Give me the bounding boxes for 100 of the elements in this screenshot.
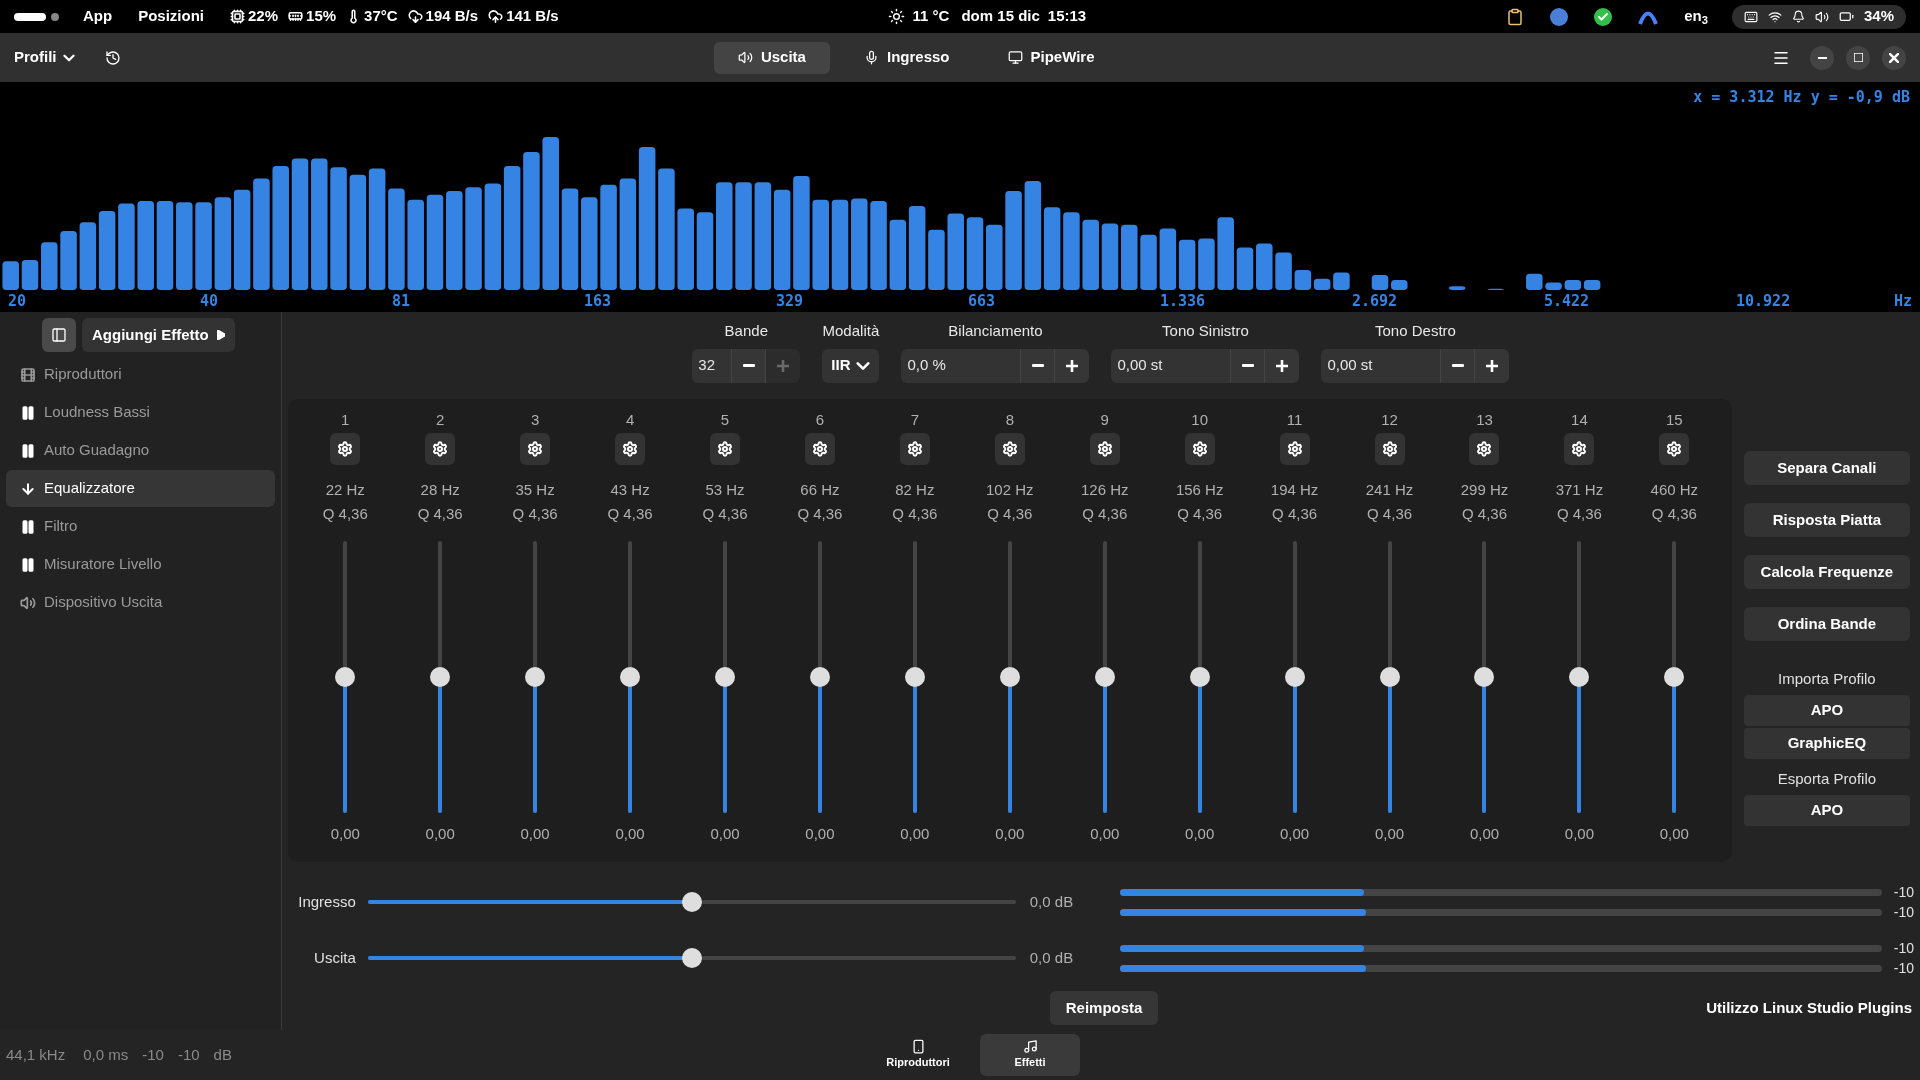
- clipboard-icon[interactable]: [1506, 7, 1525, 26]
- settings-button[interactable]: [1659, 432, 1690, 465]
- history-icon[interactable]: [104, 49, 121, 66]
- action-button[interactable]: GraphicEQ: [1743, 727, 1910, 759]
- action-button[interactable]: Risposta Piatta: [1743, 502, 1910, 537]
- workspace-indicator-icon[interactable]: [14, 12, 59, 21]
- settings-button[interactable]: [1469, 432, 1500, 465]
- battery-icon[interactable]: [1838, 9, 1854, 24]
- sidebar-item[interactable]: Auto Guadagno: [6, 432, 275, 469]
- gain-slider[interactable]: [367, 947, 1016, 969]
- settings-button[interactable]: [899, 432, 930, 465]
- action-button[interactable]: Ordina Bande: [1743, 606, 1910, 641]
- slider-thumb[interactable]: [1569, 666, 1590, 687]
- band-slider[interactable]: [1094, 540, 1115, 813]
- decrease-button[interactable]: [732, 348, 767, 383]
- band-slider[interactable]: [1569, 540, 1590, 813]
- decrease-button[interactable]: [1441, 348, 1476, 383]
- slider-thumb[interactable]: [1189, 666, 1210, 687]
- sidebar-item[interactable]: Equalizzatore: [6, 470, 275, 507]
- wifi-icon[interactable]: [1767, 9, 1782, 24]
- keyboard-layout[interactable]: en$_{3}$: [1684, 5, 1708, 28]
- settings-button[interactable]: [1184, 432, 1215, 465]
- slider-thumb[interactable]: [1094, 666, 1115, 687]
- settings-button[interactable]: [994, 432, 1025, 465]
- sidebar-item[interactable]: Dispositivo Uscita: [6, 584, 275, 621]
- minimize-button[interactable]: [1810, 45, 1834, 70]
- decrease-button[interactable]: [1231, 348, 1266, 383]
- slider-thumb[interactable]: [1284, 666, 1305, 687]
- band-slider[interactable]: [715, 540, 735, 813]
- slider-thumb[interactable]: [430, 666, 451, 687]
- spin-field[interactable]: 0,00 st: [1111, 348, 1232, 383]
- sidebar-item[interactable]: Riproduttori: [6, 356, 275, 393]
- band-slider[interactable]: [999, 540, 1020, 813]
- increase-button[interactable]: [1475, 348, 1510, 383]
- reset-button[interactable]: Reimposta: [1049, 991, 1159, 1025]
- band-slider[interactable]: [809, 540, 830, 813]
- band-slider[interactable]: [1474, 540, 1495, 813]
- check-icon[interactable]: [1594, 7, 1613, 26]
- settings-button[interactable]: [1564, 432, 1595, 465]
- bottom-tab[interactable]: Riproduttori: [868, 1034, 968, 1076]
- volume-icon[interactable]: [1814, 9, 1829, 24]
- bell-icon[interactable]: [1791, 10, 1805, 23]
- slider-thumb[interactable]: [999, 666, 1020, 687]
- settings-button[interactable]: [1374, 432, 1405, 465]
- band-slider[interactable]: [1379, 540, 1400, 813]
- add-effect-button[interactable]: Aggiungi Effetto: [82, 318, 235, 352]
- action-button[interactable]: APO: [1743, 694, 1910, 726]
- top-menu[interactable]: App: [83, 5, 113, 28]
- keyboard-icon[interactable]: [1743, 9, 1758, 24]
- slider-thumb[interactable]: [525, 666, 546, 687]
- app-tray-icon[interactable]: [1550, 7, 1569, 26]
- band-slider[interactable]: [525, 540, 546, 813]
- band-slider[interactable]: [1664, 540, 1685, 813]
- action-button[interactable]: Calcola Frequenze: [1743, 554, 1910, 589]
- slider-thumb[interactable]: [1664, 666, 1685, 687]
- band-slider[interactable]: [335, 540, 356, 813]
- settings-button[interactable]: [1089, 432, 1120, 465]
- sidebar-item[interactable]: Misuratore Livello: [6, 546, 275, 583]
- slider-thumb[interactable]: [904, 666, 925, 687]
- slider-thumb[interactable]: [715, 666, 735, 687]
- settings-button[interactable]: [1279, 432, 1310, 465]
- system-tray[interactable]: 34%: [1731, 4, 1906, 29]
- action-button[interactable]: APO: [1743, 794, 1910, 826]
- slider-thumb[interactable]: [1379, 666, 1400, 687]
- spin-field[interactable]: 0,00 st: [1321, 348, 1442, 383]
- settings-button[interactable]: [615, 432, 646, 465]
- settings-button[interactable]: [330, 432, 361, 465]
- maximize-button[interactable]: [1846, 45, 1870, 70]
- profiles-menu[interactable]: Profili: [14, 46, 75, 69]
- view-tab[interactable]: Ingresso: [839, 41, 974, 74]
- band-slider[interactable]: [1189, 540, 1210, 813]
- slider-thumb[interactable]: [809, 666, 830, 687]
- band-slider[interactable]: [904, 540, 925, 813]
- increase-button[interactable]: [1265, 348, 1300, 383]
- slider-thumb[interactable]: [681, 892, 702, 912]
- slider-thumb[interactable]: [681, 948, 702, 968]
- sidebar-item[interactable]: Filtro: [6, 508, 275, 545]
- increase-button[interactable]: [1055, 348, 1090, 383]
- decrease-button[interactable]: [1021, 348, 1056, 383]
- sidebar-item[interactable]: Loudness Bassi: [6, 394, 275, 431]
- slider-thumb[interactable]: [620, 666, 641, 687]
- band-slider[interactable]: [430, 540, 451, 813]
- mode-dropdown[interactable]: IIR: [822, 348, 880, 383]
- close-button[interactable]: [1882, 45, 1906, 70]
- settings-button[interactable]: [425, 432, 456, 465]
- bottom-tab[interactable]: Effetti: [980, 1034, 1080, 1076]
- band-slider[interactable]: [620, 540, 641, 813]
- slider-thumb[interactable]: [335, 666, 356, 687]
- settings-button[interactable]: [804, 432, 835, 465]
- slider-thumb[interactable]: [1474, 666, 1495, 687]
- spin-field[interactable]: 32: [692, 348, 733, 383]
- sidebar-toggle-button[interactable]: [42, 318, 76, 352]
- top-menu[interactable]: Posizioni: [138, 5, 204, 28]
- gain-slider[interactable]: [367, 891, 1016, 913]
- view-tab[interactable]: Uscita: [713, 41, 830, 74]
- band-slider[interactable]: [1284, 540, 1305, 813]
- spin-field[interactable]: 0,0 %: [901, 348, 1022, 383]
- settings-button[interactable]: [520, 432, 551, 465]
- action-button[interactable]: Separa Canali: [1743, 450, 1910, 485]
- view-tab[interactable]: PipeWire: [983, 41, 1119, 74]
